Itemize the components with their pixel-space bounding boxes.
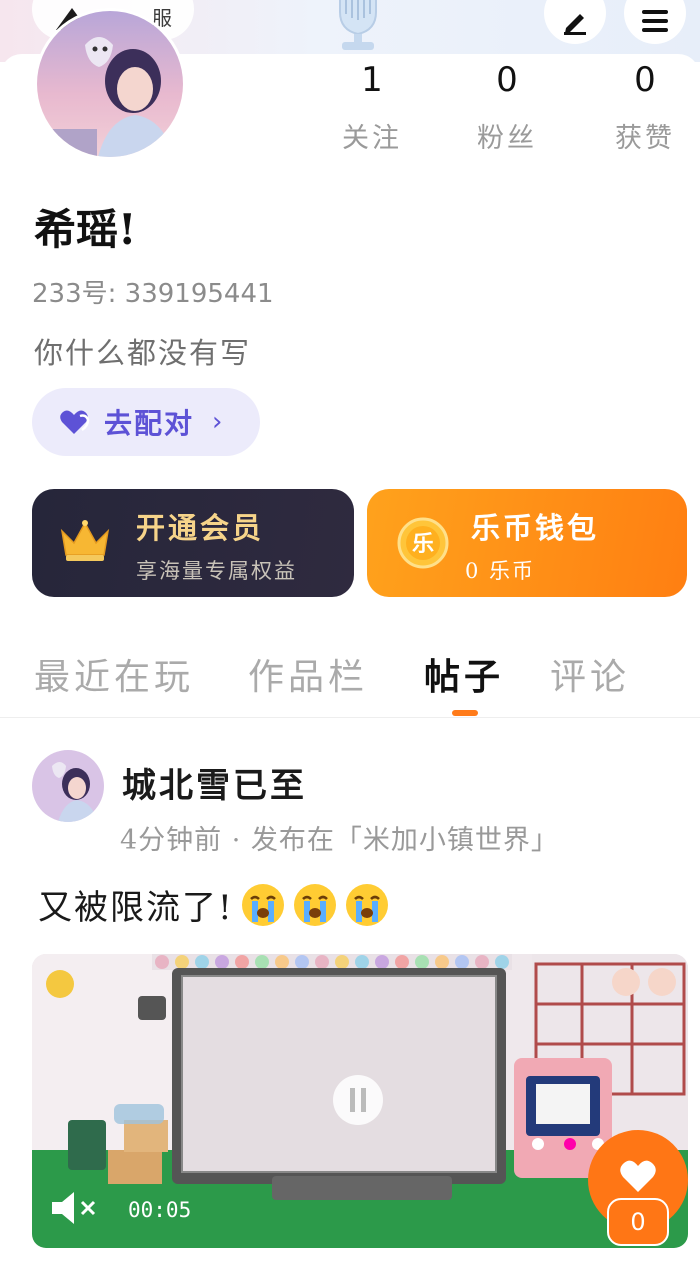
- stat-label: 关注: [342, 123, 402, 154]
- pencil-icon: [564, 14, 586, 35]
- trophy-icon: [339, 0, 377, 50]
- tab-comments[interactable]: 评论: [550, 648, 630, 700]
- tab-recent-played[interactable]: 最近在玩: [34, 648, 194, 700]
- post-author-avatar[interactable]: [32, 750, 104, 822]
- post-meta: 4分钟前 · 发布在「米加小镇世界」: [120, 825, 559, 856]
- wallet-title: 乐币钱包: [471, 511, 600, 545]
- hamburger-icon: [642, 10, 668, 32]
- coin-glyph: 乐: [412, 532, 434, 557]
- heart-pair-icon: [60, 410, 90, 434]
- profile-uid[interactable]: 233号: 339195441: [32, 273, 274, 310]
- profile-stats: 1 关注 0 粉丝 0 获赞: [300, 60, 700, 160]
- wallet-balance: 0 乐币: [465, 559, 536, 583]
- profile-avatar[interactable]: [34, 8, 186, 160]
- profile-bio[interactable]: 你什么都没有写: [34, 330, 251, 372]
- stat-value: 0: [634, 60, 656, 100]
- pair-button[interactable]: 去配对 ›: [32, 388, 260, 456]
- stat-following[interactable]: 1 关注: [307, 60, 437, 155]
- video-time: 00:05: [128, 1198, 192, 1222]
- stat-value: 0: [496, 60, 518, 100]
- stat-value: 1: [361, 60, 383, 100]
- coin-icon: 乐: [397, 517, 449, 569]
- menu-button[interactable]: [624, 0, 686, 44]
- pair-label: 去配对: [104, 407, 195, 440]
- post-author-name[interactable]: 城北雪已至: [122, 758, 307, 807]
- profile-tabs: 最近在玩 作品栏 帖子 评论: [0, 640, 700, 718]
- vip-subtitle: 享海量专属权益: [136, 559, 297, 583]
- tab-posts[interactable]: 帖子: [424, 648, 504, 700]
- chevron-right-icon: ›: [212, 407, 223, 437]
- post-text: 又被限流了!: [38, 888, 234, 928]
- vip-title: 开通会员: [136, 511, 265, 545]
- post-content: 又被限流了!: [38, 880, 390, 929]
- avatar-image: [37, 11, 183, 157]
- profile-name: 希瑶!: [34, 205, 137, 254]
- tab-indicator: [452, 710, 478, 716]
- heart-icon: [620, 1160, 656, 1192]
- wallet-card[interactable]: 乐 乐币钱包 0 乐币: [367, 489, 687, 597]
- crying-emoji-icon: [345, 883, 388, 926]
- vip-card[interactable]: 开通会员 享海量专属权益: [32, 489, 354, 597]
- crown-icon: [60, 520, 110, 561]
- crying-emoji-icon: [293, 883, 336, 926]
- stat-fans[interactable]: 0 粉丝: [442, 60, 572, 155]
- stat-label: 粉丝: [477, 123, 537, 154]
- post-video[interactable]: 00:05: [32, 954, 688, 1248]
- tab-works[interactable]: 作品栏: [248, 648, 368, 700]
- avatar-image: [32, 750, 104, 822]
- edit-button[interactable]: [544, 0, 606, 44]
- stat-label: 获赞: [615, 123, 675, 154]
- mute-icon[interactable]: [48, 1190, 100, 1226]
- like-count-badge: 0: [607, 1198, 669, 1246]
- crying-emoji-icon: [241, 883, 284, 926]
- stat-likes[interactable]: 0 获赞: [580, 60, 700, 155]
